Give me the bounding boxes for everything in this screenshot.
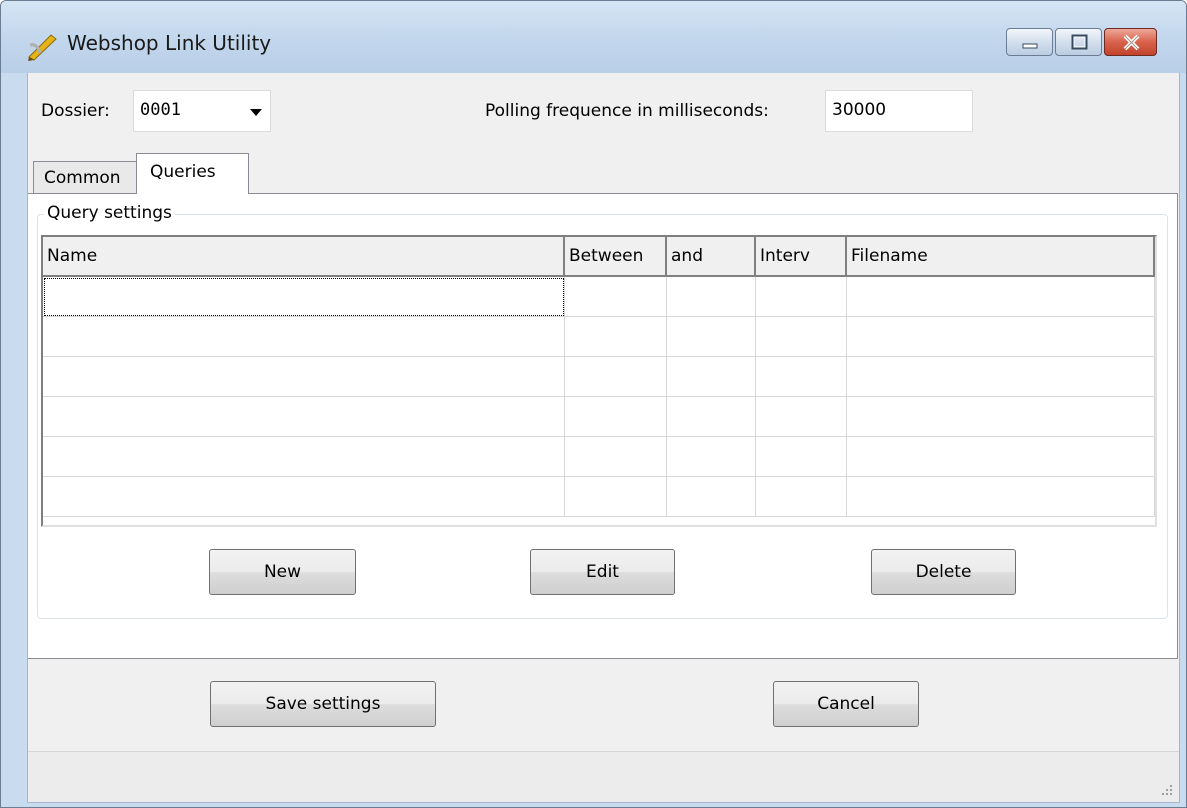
dossier-select[interactable]: 0001: [133, 90, 271, 132]
chevron-down-icon[interactable]: [250, 109, 262, 116]
window-title: Webshop Link Utility: [67, 31, 272, 55]
minimize-icon: [1022, 43, 1038, 49]
close-button[interactable]: [1104, 28, 1157, 56]
grid-cell[interactable]: [565, 277, 667, 317]
pencil-icon: [28, 34, 57, 61]
new-query-button[interactable]: New: [209, 549, 356, 595]
minimize-button[interactable]: [1006, 28, 1053, 56]
dossier-label: Dossier:: [41, 101, 110, 121]
grid-cell[interactable]: [667, 437, 756, 477]
grid-cell[interactable]: [667, 477, 756, 517]
tab-queries-label: Queries: [150, 162, 216, 182]
grid-cell[interactable]: [565, 357, 667, 397]
column-header-interv[interactable]: Interv: [756, 237, 847, 277]
column-header-between[interactable]: Between: [565, 237, 667, 277]
grid-cell[interactable]: [43, 397, 565, 437]
polling-label: Polling frequence in milliseconds:: [485, 101, 769, 121]
maximize-button[interactable]: [1055, 28, 1102, 56]
grid-cell[interactable]: [667, 397, 756, 437]
cancel-button[interactable]: Cancel: [773, 681, 919, 727]
grid-cell[interactable]: [756, 357, 847, 397]
grid-cell[interactable]: [565, 317, 667, 357]
grid-cell[interactable]: [756, 437, 847, 477]
grid-cell[interactable]: [847, 437, 1155, 477]
group-title: Query settings: [44, 203, 175, 223]
grid-cell[interactable]: [847, 477, 1155, 517]
grid-cell[interactable]: [43, 317, 565, 357]
grid-cell[interactable]: [667, 357, 756, 397]
grid-cell[interactable]: [565, 437, 667, 477]
tab-common-label: Common: [44, 168, 121, 188]
grid-cell[interactable]: [756, 317, 847, 357]
queries-grid[interactable]: Name Between and Interv Filename: [41, 235, 1157, 527]
queries-tab-panel: Query settings Name Between and Interv F…: [28, 193, 1178, 659]
column-header-name[interactable]: Name: [43, 237, 565, 277]
polling-input[interactable]: 30000: [825, 90, 973, 132]
grid-cell[interactable]: [847, 317, 1155, 357]
column-header-and[interactable]: and: [667, 237, 756, 277]
app-window: Webshop Link Utility Dossier: 0001 Polli…: [0, 0, 1187, 808]
grid-cell[interactable]: [847, 397, 1155, 437]
grid-cell[interactable]: [847, 277, 1155, 317]
grid-cell[interactable]: [756, 477, 847, 517]
delete-query-button[interactable]: Delete: [871, 549, 1016, 595]
tab-common[interactable]: Common: [33, 161, 137, 193]
grid-cell[interactable]: [565, 397, 667, 437]
maximize-icon: [1071, 34, 1088, 50]
grid-cell[interactable]: [43, 477, 565, 517]
grid-cell[interactable]: [756, 397, 847, 437]
grid-cell[interactable]: [43, 437, 565, 477]
resize-grip-icon[interactable]: [1161, 784, 1173, 796]
edit-query-button[interactable]: Edit: [530, 549, 675, 595]
status-bar: [28, 751, 1179, 802]
grid-cell[interactable]: [756, 277, 847, 317]
polling-value: 30000: [832, 100, 887, 120]
title-bar[interactable]: Webshop Link Utility: [1, 1, 1186, 73]
dossier-value: 0001: [140, 100, 181, 120]
grid-header: Name Between and Interv Filename: [43, 237, 1155, 277]
grid-cell[interactable]: [667, 317, 756, 357]
tab-queries[interactable]: Queries: [136, 153, 249, 194]
client-area: Dossier: 0001 Polling frequence in milli…: [27, 73, 1180, 803]
grid-cell[interactable]: [43, 357, 565, 397]
close-icon: [1123, 34, 1140, 51]
grid-cell[interactable]: [667, 277, 756, 317]
query-settings-group: Query settings Name Between and Interv F…: [37, 203, 1168, 619]
grid-cell[interactable]: [565, 477, 667, 517]
grid-cell[interactable]: [847, 357, 1155, 397]
column-header-filename[interactable]: Filename: [847, 237, 1155, 277]
save-settings-button[interactable]: Save settings: [210, 681, 436, 727]
grid-cell[interactable]: [43, 277, 565, 317]
